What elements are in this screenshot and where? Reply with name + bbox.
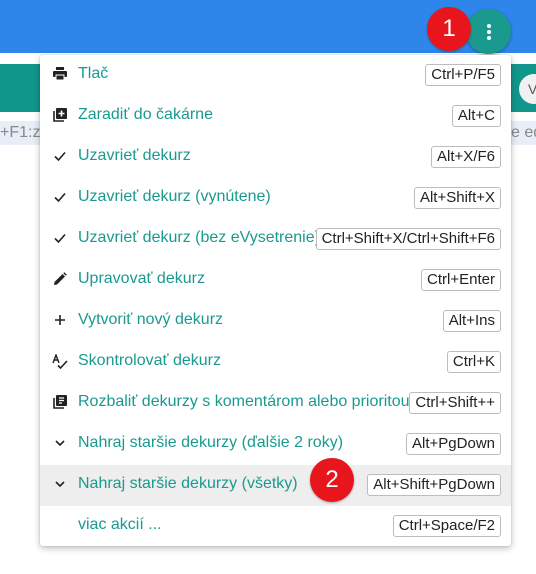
menu-item-close-dekurz-no-evysetrenie[interactable]: Uzavrieť dekurz (bez eVysetrenie) Ctrl+S… <box>40 219 511 260</box>
menu-item-label: Nahraj staršie dekurzy (všetky) <box>78 475 298 492</box>
shortcut-key: Alt+C <box>451 105 501 127</box>
menu-item-close-dekurz[interactable]: Uzavrieť dekurz Alt+X/F6 <box>40 137 511 178</box>
shortcut-key: Ctrl+Shift+X/Ctrl+Shift+F6 <box>315 228 501 250</box>
actions-menu: Tlač Ctrl+P/F5 Zaradiť do čakárne Alt+C … <box>40 55 511 546</box>
shortcut-hint-right: e ed <box>511 121 536 145</box>
menu-item-label: Rozbaliť dekurzy s komentárom alebo prio… <box>78 393 410 410</box>
shortcut-key: Alt+Shift+PgDown <box>367 474 501 496</box>
shortcut-key: Alt+Ins <box>442 310 501 332</box>
menu-item-label: Vytvoriť nový dekurz <box>78 311 224 328</box>
printer-icon <box>52 67 68 83</box>
menu-item-add-to-queue[interactable]: Zaradiť do čakárne Alt+C <box>40 96 511 137</box>
check-icon <box>52 149 68 165</box>
add-to-queue-icon <box>52 108 68 124</box>
annotation-badge-1: 1 <box>427 7 471 51</box>
menu-item-label: Uzavrieť dekurz (vynútene) <box>78 188 271 205</box>
menu-item-check-dekurz[interactable]: Skontrolovať dekurz Ctrl+K <box>40 342 511 383</box>
chevron-down-icon <box>52 436 68 452</box>
shortcut-key: Alt+X/F6 <box>431 146 501 168</box>
chevron-down-icon <box>52 477 68 493</box>
menu-item-load-older-2y[interactable]: Nahraj staršie dekurzy (ďalšie 2 roky) A… <box>40 424 511 465</box>
annotation-badge-2: 2 <box>310 458 354 502</box>
menu-item-label: Tlač <box>78 65 109 82</box>
check-icon <box>52 231 68 247</box>
menu-item-load-older-all[interactable]: Nahraj staršie dekurzy (všetky) Alt+Shif… <box>40 465 511 506</box>
shortcut-key: Ctrl+P/F5 <box>425 64 501 86</box>
more-actions-button[interactable] <box>466 9 511 54</box>
shortcut-key: Alt+PgDown <box>406 433 501 455</box>
shortcut-key: Ctrl+Shift++ <box>409 392 501 414</box>
plus-icon <box>52 313 68 329</box>
shortcut-hint-left: +F1:za <box>0 121 40 145</box>
menu-item-label: Nahraj staršie dekurzy (ďalšie 2 roky) <box>78 434 344 451</box>
more-vertical-icon <box>486 23 491 40</box>
shortcut-key: Ctrl+Enter <box>421 269 501 291</box>
menu-item-edit-dekurz[interactable]: Upravovať dekurz Ctrl+Enter <box>40 260 511 301</box>
check-icon <box>52 190 68 206</box>
shortcut-key: Ctrl+K <box>446 351 501 373</box>
menu-item-label: Uzavrieť dekurz <box>78 147 191 164</box>
shortcut-key: Ctrl+Space/F2 <box>392 515 501 537</box>
menu-item-more-actions[interactable]: viac akcií ... Ctrl+Space/F2 <box>40 506 511 547</box>
menu-item-expand-commented[interactable]: Rozbaliť dekurzy s komentárom alebo prio… <box>40 383 511 424</box>
spellcheck-icon <box>52 353 68 370</box>
pencil-icon <box>52 272 68 288</box>
menu-item-new-dekurz[interactable]: Vytvoriť nový dekurz Alt+Ins <box>40 301 511 342</box>
library-icon <box>52 395 68 411</box>
menu-item-print[interactable]: Tlač Ctrl+P/F5 <box>40 55 511 96</box>
menu-item-label: Uzavrieť dekurz (bez eVysetrenie) <box>78 229 320 246</box>
menu-item-label: Upravovať dekurz <box>78 270 205 287</box>
shortcut-key: Alt+Shift+X <box>413 187 501 209</box>
menu-item-label: Zaradiť do čakárne <box>78 106 213 123</box>
menu-item-close-dekurz-forced[interactable]: Uzavrieť dekurz (vynútene) Alt+Shift+X <box>40 178 511 219</box>
menu-item-label: Skontrolovať dekurz <box>78 352 221 369</box>
menu-item-label: viac akcií ... <box>78 516 162 533</box>
